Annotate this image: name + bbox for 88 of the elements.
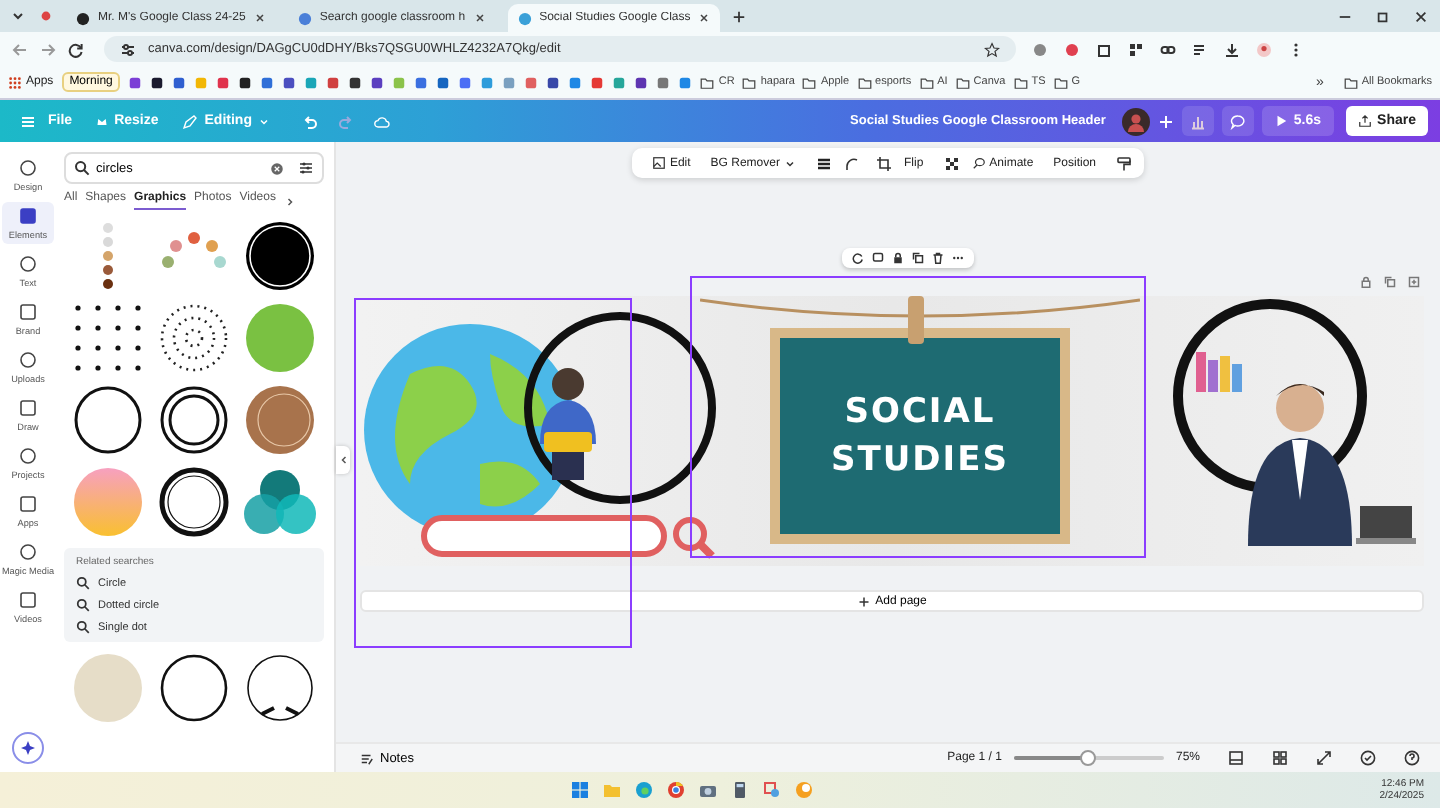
forward-icon[interactable] — [40, 41, 56, 57]
transparency-icon[interactable] — [943, 155, 960, 171]
border-style-icon[interactable] — [815, 155, 832, 171]
search-icon — [76, 598, 90, 612]
selection-frame[interactable] — [354, 298, 632, 648]
add-page-icon[interactable] — [1408, 276, 1420, 288]
check-circle-icon[interactable] — [1360, 750, 1376, 766]
star-icon[interactable] — [984, 41, 1000, 57]
link-icon[interactable] — [1160, 41, 1176, 57]
double-ring-graphic[interactable] — [156, 464, 232, 540]
profile-icon[interactable] — [1256, 41, 1272, 57]
animate-icon — [971, 156, 986, 170]
close-icon[interactable] — [473, 12, 486, 24]
qr-code-icon[interactable] — [1128, 41, 1144, 57]
plus-icon[interactable] — [732, 9, 747, 23]
double-ring-graphic[interactable] — [156, 382, 232, 458]
filter-icon[interactable] — [298, 160, 314, 176]
slider-thumb[interactable] — [1080, 750, 1097, 766]
insights-button[interactable] — [1181, 106, 1214, 136]
comment-button[interactable] — [1221, 106, 1254, 136]
copy-icon[interactable] — [912, 252, 924, 264]
selection-frame[interactable] — [690, 276, 1146, 558]
record-icon — [38, 8, 54, 24]
undo-icon[interactable] — [301, 113, 318, 129]
reading-list-icon[interactable] — [1192, 41, 1208, 57]
plus-icon — [857, 595, 870, 607]
close-icon[interactable] — [253, 12, 266, 24]
clear-icon[interactable] — [270, 161, 284, 175]
search-icon — [74, 160, 90, 176]
grid-icon — [8, 75, 22, 89]
overlapping-circles-graphic[interactable] — [242, 464, 318, 540]
speech-bubble-icon — [1229, 113, 1246, 129]
lock-icon[interactable] — [892, 252, 904, 264]
paint-roller-icon[interactable] — [1116, 155, 1133, 171]
bar-chart-icon — [1189, 113, 1206, 129]
sparkle-icon — [20, 740, 36, 756]
close-icon[interactable] — [698, 12, 711, 24]
dot-grid-graphic[interactable] — [70, 300, 146, 376]
back-icon[interactable] — [12, 41, 28, 57]
board-text: SOCIAL — [844, 392, 996, 432]
search-icon — [76, 576, 90, 590]
pencil-icon — [182, 113, 199, 129]
browser-icon[interactable] — [665, 780, 686, 800]
chevron-down-icon[interactable] — [10, 8, 26, 24]
favicon-icon — [76, 11, 90, 25]
windows-start-icon[interactable] — [569, 780, 590, 800]
reload-icon[interactable] — [68, 41, 84, 57]
camera-icon[interactable] — [697, 780, 718, 800]
ring-graphic[interactable] — [156, 650, 232, 726]
ring-graphic[interactable] — [70, 382, 146, 458]
upload-icon — [1357, 114, 1372, 128]
close-icon[interactable] — [1414, 9, 1428, 23]
play-icon — [1273, 114, 1288, 128]
pages-view-icon[interactable] — [1228, 750, 1244, 766]
chevron-down-icon — [783, 157, 796, 169]
calculator-icon[interactable] — [729, 780, 750, 800]
fullscreen-icon[interactable] — [1316, 750, 1332, 766]
favicon-icon — [297, 11, 312, 25]
chevron-right-icon[interactable] — [283, 195, 296, 207]
chevron-down-icon — [257, 115, 270, 127]
comment-icon[interactable] — [872, 252, 884, 264]
favicon-icon — [517, 11, 532, 25]
collapse-panel-handle[interactable] — [336, 446, 350, 474]
design-page[interactable]: SOCIAL STUDIES — [360, 296, 1424, 566]
rotate-icon[interactable] — [852, 252, 864, 264]
clothespin-drawing — [906, 296, 926, 344]
help-icon[interactable] — [1404, 750, 1420, 766]
cloud-sync-icon[interactable] — [373, 113, 390, 129]
browser-icon[interactable] — [633, 780, 654, 800]
avatar-icon[interactable] — [1121, 107, 1150, 135]
assistant-button[interactable] — [12, 732, 44, 764]
board-text: STUDIES — [831, 440, 1009, 480]
chevron-left-icon — [337, 454, 349, 466]
dotted-circle-graphic[interactable] — [156, 300, 232, 376]
grid-view-icon[interactable] — [1272, 750, 1288, 766]
notes-icon — [360, 751, 374, 765]
restore-icon[interactable] — [1376, 9, 1390, 23]
solid-circle-graphic[interactable] — [242, 218, 318, 294]
filled-circle-graphic[interactable] — [242, 382, 318, 458]
trash-icon[interactable] — [932, 252, 944, 264]
corner-rounding-icon[interactable] — [843, 155, 860, 171]
download-icon[interactable] — [1224, 41, 1240, 57]
site-settings-icon[interactable] — [120, 41, 136, 57]
crop-icon[interactable] — [875, 155, 892, 171]
search-icon — [76, 620, 90, 634]
wreath-circle-graphic[interactable] — [242, 650, 318, 726]
snipping-tool-icon[interactable] — [761, 780, 782, 800]
more-icon[interactable] — [952, 252, 964, 264]
